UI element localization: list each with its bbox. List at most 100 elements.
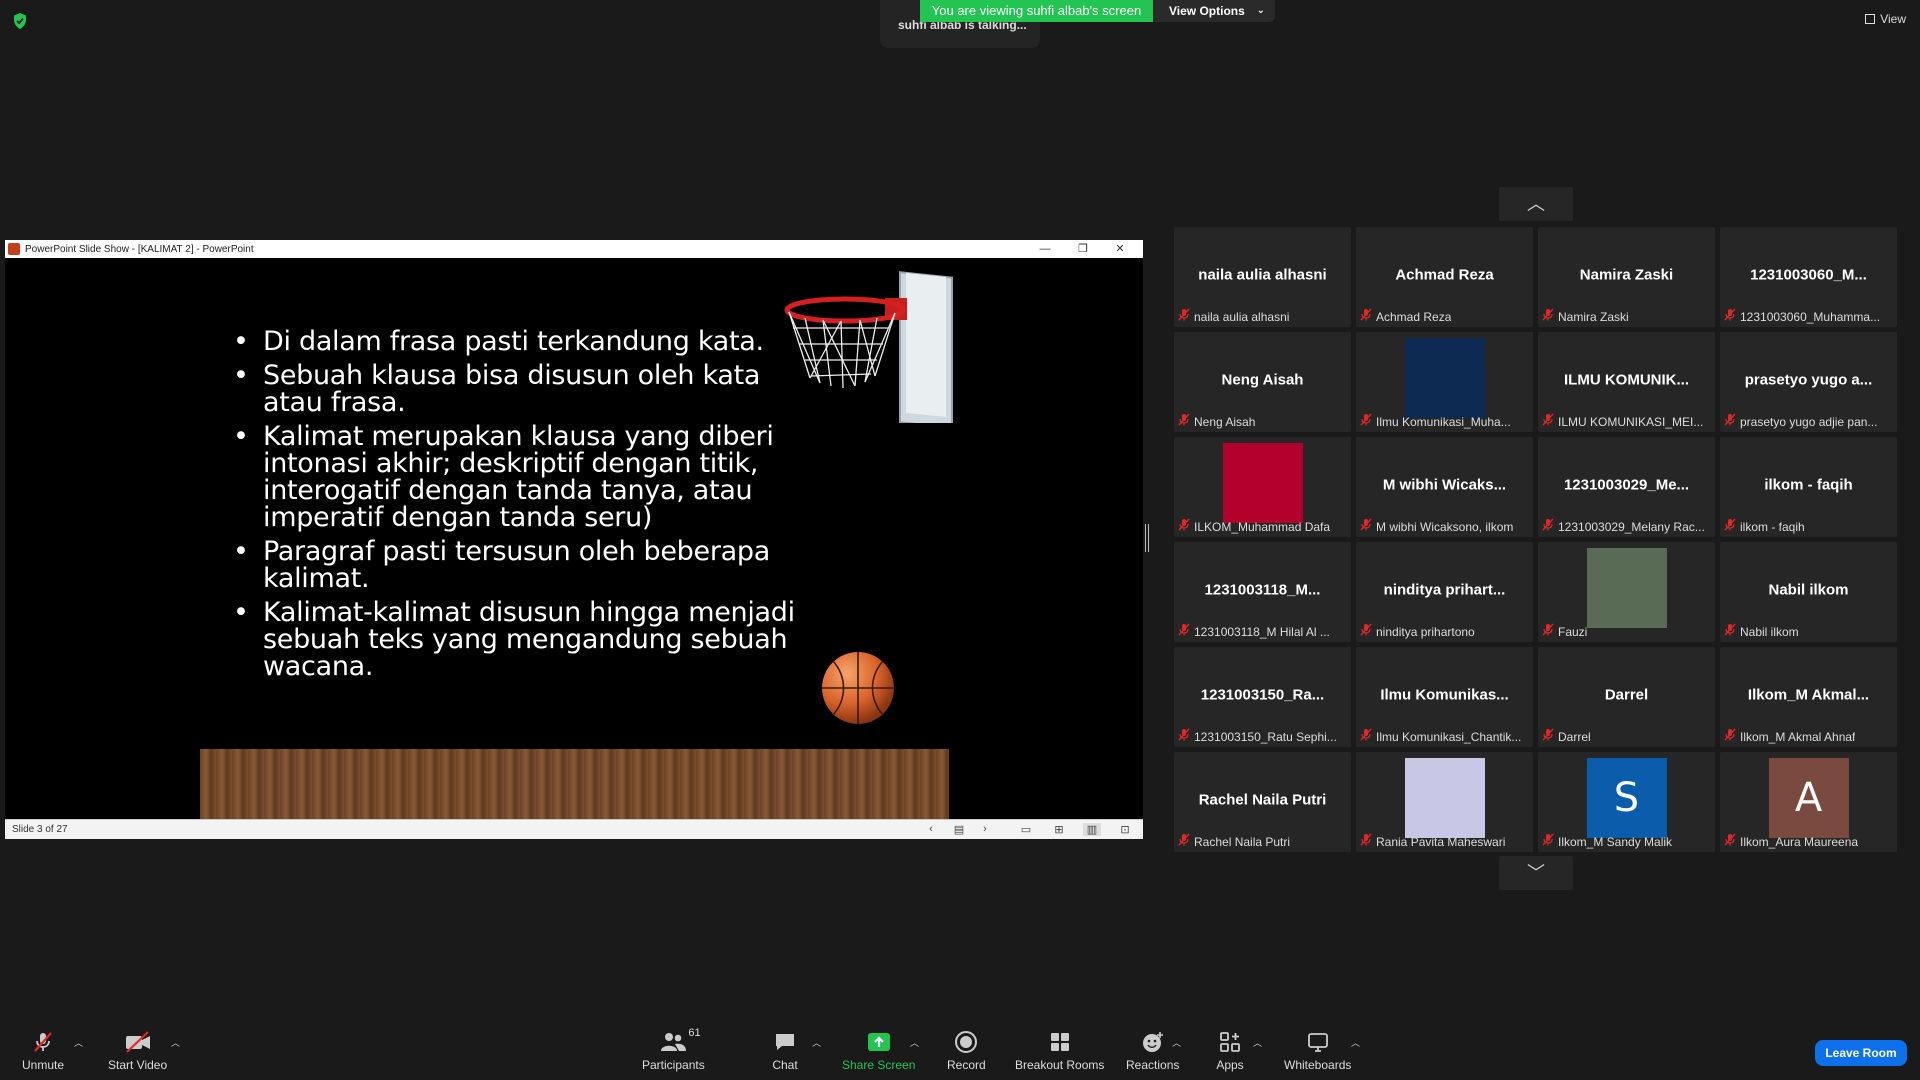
share-screen-icon: [864, 1030, 894, 1054]
gallery-page-up-button[interactable]: ︿: [1499, 187, 1573, 221]
participant-tile[interactable]: Namira Zaski Namira Zaski: [1538, 227, 1715, 327]
participant-tile[interactable]: Rachel Naila Putri Rachel Naila Putri: [1174, 752, 1351, 852]
audio-options-caret-icon[interactable]: ︿: [74, 1036, 83, 1049]
breakout-rooms-button[interactable]: Breakout Rooms: [1015, 1030, 1104, 1072]
participant-video: [1586, 548, 1667, 628]
participant-footer: ILKOM_Muhammad Dafa: [1178, 518, 1347, 535]
view-options-label: View Options: [1169, 4, 1245, 18]
mic-muted-icon: [1360, 518, 1372, 536]
participant-tile[interactable]: Ilmu Komunikas... Ilmu Komunikasi_Chantik…: [1356, 647, 1533, 747]
share-screen-button[interactable]: Share Screen: [842, 1030, 915, 1072]
microphone-muted-icon: [28, 1030, 58, 1054]
previous-slide-icon[interactable]: ‹: [922, 823, 940, 835]
participant-tile[interactable]: M wibhi Wicaks... M wibhi Wicaksono, ilko…: [1356, 437, 1533, 537]
participant-tile[interactable]: ninditya prihart... ninditya prihartono: [1356, 542, 1533, 642]
participant-tile[interactable]: 1231003150_Ra... 1231003150_Ratu Sephi...: [1174, 647, 1351, 747]
apps-button[interactable]: Apps: [1215, 1030, 1245, 1072]
participant-tile[interactable]: 1231003060_M... 1231003060_Muhamma...: [1720, 227, 1897, 327]
slide-bullet: Kalimat merupakan klausa yang diberi int…: [233, 423, 813, 531]
slide-menu-icon[interactable]: ▤: [950, 823, 968, 836]
participant-display-name: Darrel: [1604, 686, 1649, 704]
participant-name: 1231003029_Melany Rac...: [1558, 520, 1705, 534]
record-button[interactable]: Record: [947, 1030, 986, 1072]
normal-view-icon[interactable]: ▭: [1017, 823, 1035, 836]
participant-tile[interactable]: S Ilkom_M Sandy Malik: [1538, 752, 1715, 852]
security-shield-icon[interactable]: [12, 12, 28, 30]
participant-name: Rania Pavita Maheswari: [1376, 835, 1506, 849]
participant-tile[interactable]: Fauzi: [1538, 542, 1715, 642]
participant-tile[interactable]: Achmad Reza Achmad Reza: [1356, 227, 1533, 327]
whiteboards-options-caret-icon[interactable]: ︿: [1351, 1036, 1360, 1049]
whiteboards-button[interactable]: Whiteboards: [1284, 1030, 1351, 1072]
participant-footer: 1231003029_Melany Rac...: [1542, 518, 1711, 535]
powerpoint-logo-icon: [8, 243, 20, 255]
reactions-options-caret-icon[interactable]: ︿: [1172, 1036, 1181, 1049]
participant-display-name: ilkom - faqih: [1764, 476, 1853, 494]
participant-footer: Ilkom_M Sandy Malik: [1542, 833, 1711, 850]
chat-options-caret-icon[interactable]: ︿: [812, 1036, 821, 1049]
participant-footer: Ilmu Komunikasi_Muha...: [1360, 413, 1529, 431]
participant-footer: Namira Zaski: [1542, 308, 1711, 325]
participant-tile[interactable]: 1231003029_Me... 1231003029_Melany Rac...: [1538, 437, 1715, 537]
participants-button[interactable]: 61 Participants: [642, 1027, 705, 1072]
chat-icon: [770, 1030, 800, 1054]
participant-tile[interactable]: ILMU KOMUNIK... ILMU KOMUNIKASI_MEI...: [1538, 332, 1715, 432]
view-grid-icon: [1865, 14, 1876, 24]
participant-display-name: Namira Zaski: [1579, 266, 1674, 284]
participant-avatar: A: [1768, 758, 1849, 838]
participant-video: [1404, 338, 1485, 418]
minimize-icon[interactable]: —: [1027, 240, 1063, 258]
participant-tile[interactable]: ilkom - faqih ilkom - faqih: [1720, 437, 1897, 537]
close-icon[interactable]: ✕: [1102, 240, 1138, 258]
participant-name: Ilmu Komunikasi_Muha...: [1376, 415, 1511, 429]
view-button[interactable]: View: [1865, 12, 1906, 26]
mic-muted-icon: [1542, 728, 1554, 746]
chat-label: Chat: [772, 1058, 798, 1072]
participant-avatar: S: [1586, 758, 1667, 838]
ppt-titlebar: PowerPoint Slide Show - [KALIMAT 2] - Po…: [5, 240, 1143, 258]
slide-sorter-icon[interactable]: ⊞: [1050, 823, 1068, 836]
slideshow-view-icon[interactable]: ⊡: [1116, 823, 1134, 836]
reading-view-icon[interactable]: ▥: [1083, 823, 1101, 836]
participant-footer: ilkom - faqih: [1724, 518, 1893, 535]
participant-tile[interactable]: Nabil ilkom Nabil ilkom: [1720, 542, 1897, 642]
gallery-page-down-button[interactable]: ﹀: [1499, 856, 1573, 890]
next-slide-icon[interactable]: ›: [976, 823, 994, 835]
participant-tile[interactable]: 1231003118_M... 1231003118_M Hilal Al ...: [1174, 542, 1351, 642]
participant-name: Ilkom_M Sandy Malik: [1558, 835, 1673, 849]
participant-tile[interactable]: Darrel Darrel: [1538, 647, 1715, 747]
unmute-button[interactable]: Unmute: [22, 1030, 64, 1072]
participant-tile[interactable]: Ilmu Komunikasi_Muha...: [1356, 332, 1533, 432]
participant-name: Ilkom_M Akmal Ahnaf: [1740, 730, 1856, 744]
participant-name: Rachel Naila Putri: [1194, 835, 1291, 849]
slide-bullet: Kalimat-kalimat disusun hingga menjadi s…: [233, 599, 813, 680]
mic-muted-icon: [1178, 728, 1190, 746]
start-video-button[interactable]: Start Video: [108, 1030, 167, 1072]
restore-icon[interactable]: ❐: [1065, 240, 1101, 258]
record-label: Record: [947, 1058, 986, 1072]
whiteboards-label: Whiteboards: [1284, 1058, 1352, 1072]
participant-display-name: prasetyo yugo a...: [1744, 371, 1873, 389]
participant-tile[interactable]: Neng Aisah Neng Aisah: [1174, 332, 1351, 432]
view-options-button[interactable]: View Options ⌄: [1153, 0, 1275, 22]
record-icon: [951, 1030, 981, 1054]
participant-name: Ilkom_Aura Maureena: [1740, 835, 1859, 849]
participant-tile[interactable]: Ilkom_M Akmal... Ilkom_M Akmal Ahnaf: [1720, 647, 1897, 747]
participant-tile[interactable]: naila aulia alhasni naila aulia alhasni: [1174, 227, 1351, 327]
leave-room-button[interactable]: Leave Room: [1815, 1040, 1907, 1066]
participant-tile[interactable]: ILKOM_Muhammad Dafa: [1174, 437, 1351, 537]
participant-footer: ILMU KOMUNIKASI_MEI...: [1542, 413, 1711, 430]
participant-tile[interactable]: Rania Pavita Maheswari: [1356, 752, 1533, 852]
share-options-caret-icon[interactable]: ︿: [910, 1036, 919, 1049]
chat-button[interactable]: Chat: [770, 1030, 800, 1072]
participant-name: Neng Aisah: [1194, 415, 1256, 429]
participant-tile[interactable]: prasetyo yugo a... prasetyo yugo adjie pa…: [1720, 332, 1897, 432]
participants-count: 61: [688, 1027, 701, 1039]
mic-muted-icon: [1360, 413, 1372, 431]
video-options-caret-icon[interactable]: ︿: [171, 1036, 180, 1049]
split-view-resize-handle[interactable]: [1145, 524, 1149, 552]
view-label: View: [1880, 12, 1906, 26]
apps-options-caret-icon[interactable]: ︿: [1253, 1036, 1262, 1049]
mic-muted-icon: [1724, 728, 1736, 746]
participant-tile[interactable]: A Ilkom_Aura Maureena: [1720, 752, 1897, 852]
